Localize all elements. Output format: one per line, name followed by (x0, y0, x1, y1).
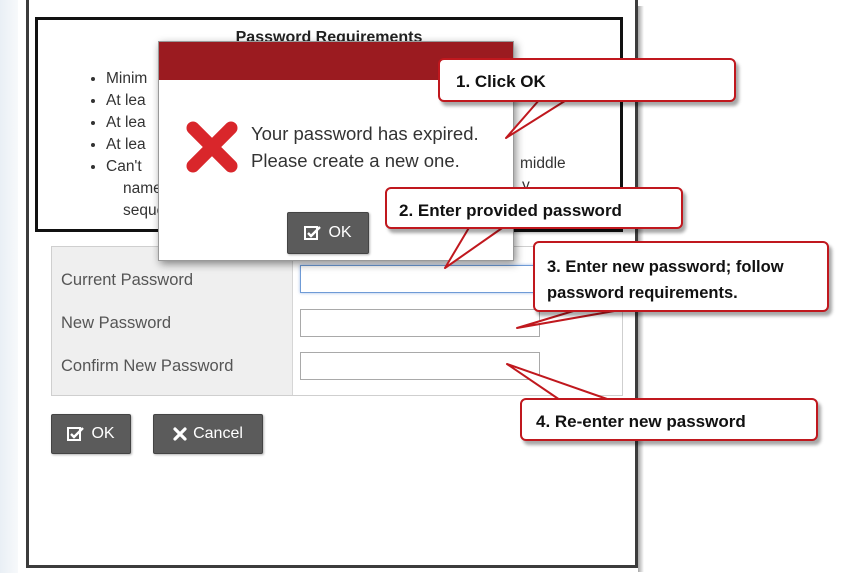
callout-2: 2. Enter provided password (385, 187, 683, 229)
callout-3-text: 3. Enter new password; follow password r… (547, 258, 784, 302)
callout-4-pointer (506, 363, 611, 401)
callout-4: 4. Re-enter new password (520, 398, 818, 441)
callout-2-pointer (444, 225, 506, 269)
callout-1-text: 1. Click OK (456, 72, 546, 91)
callout-1: 1. Click OK (438, 58, 736, 102)
callout-3: 3. Enter new password; follow password r… (533, 241, 829, 312)
callout-2-text: 2. Enter provided password (399, 201, 622, 220)
callout-4-text: 4. Re-enter new password (536, 412, 746, 431)
callout-1-pointer (505, 98, 569, 139)
